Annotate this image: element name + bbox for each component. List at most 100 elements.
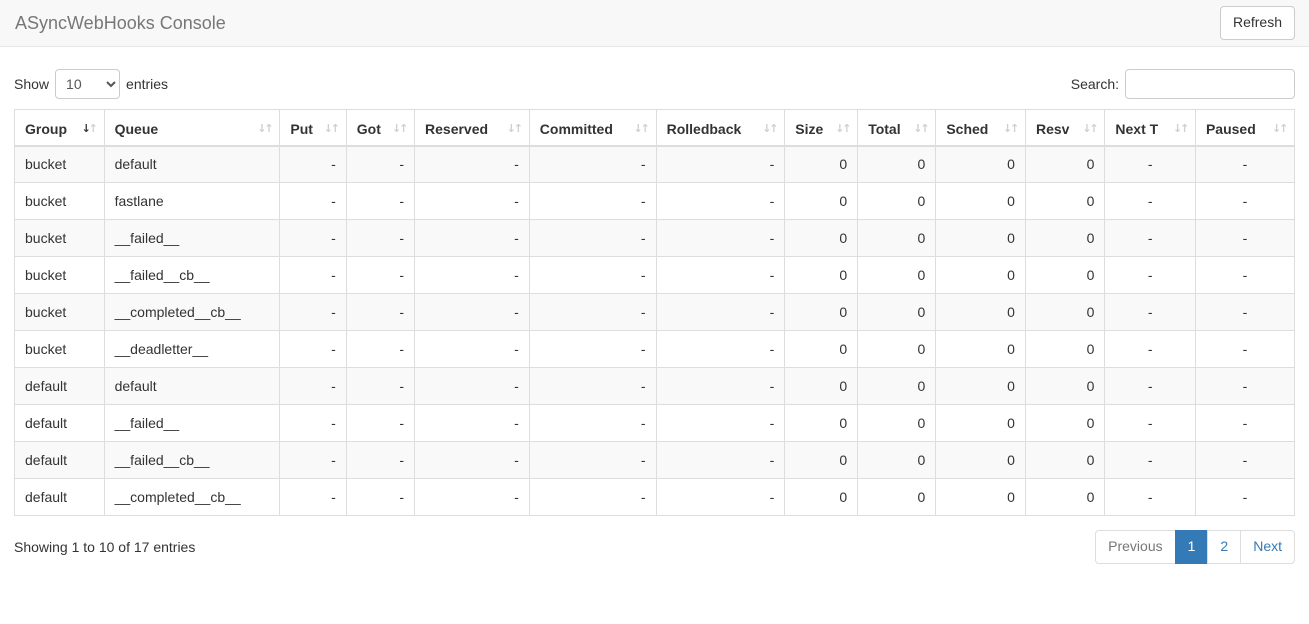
cell-queue: __failed__cb__	[104, 441, 281, 479]
cell-total: 0	[857, 293, 937, 331]
sort-both-icon[interactable]: ↓ ↑	[507, 121, 523, 136]
cell-next-t: -	[1104, 404, 1196, 442]
app-title: ASyncWebHooks Console	[15, 13, 226, 33]
cell-rolledback: -	[656, 293, 786, 331]
sort-both-icon[interactable]: ↓ ↑	[392, 122, 408, 136]
entries-per-page-select[interactable]: 102550100	[55, 69, 121, 99]
cell-resv: 0	[1025, 182, 1106, 220]
column-header-committed[interactable]: Committed ↓ ↑	[529, 109, 657, 147]
cell-reserved: -	[414, 367, 530, 405]
cell-rolledback: -	[656, 256, 786, 294]
cell-reserved: -	[414, 441, 530, 479]
table-row: bucket default - - - - -0 0 0 0- -	[14, 145, 1295, 183]
column-header-size[interactable]: Size ↓ ↑	[784, 109, 859, 147]
cell-put: -	[279, 182, 347, 220]
cell-size: 0	[784, 219, 859, 257]
cell-next-t: -	[1104, 145, 1196, 183]
sort-ascending-icon[interactable]: ↓ ↑	[82, 121, 98, 136]
cell-resv: 0	[1025, 330, 1106, 368]
sort-both-icon[interactable]: ↓ ↑	[324, 121, 340, 136]
entries-info: Showing 1 to 10 of 17 entries	[14, 538, 196, 555]
cell-group: bucket	[14, 182, 105, 220]
cell-size: 0	[784, 182, 859, 220]
cell-size: 0	[784, 478, 859, 516]
arrow-up-icon: ↑	[640, 121, 650, 135]
table-row: default __completed__cb__ - - - - -0 0 0 0- -	[14, 478, 1295, 516]
sort-both-icon[interactable]: ↓ ↑	[1082, 122, 1098, 136]
cell-paused: -	[1195, 330, 1295, 368]
column-header-put[interactable]: Put ↓ ↑	[279, 109, 347, 147]
cell-paused: -	[1195, 145, 1295, 183]
column-header-group[interactable]: Group ↓ ↑	[14, 109, 105, 147]
sort-both-icon[interactable]: ↓ ↑	[1173, 122, 1189, 136]
cell-committed: -	[529, 182, 657, 220]
cell-reserved: -	[414, 293, 530, 331]
page-content: Show 102550100 entries Search: Group↓↑Qu…	[0, 47, 1309, 564]
table-row: default default - - - - -0 0 0 0- -	[14, 367, 1295, 405]
sort-both-icon[interactable]: ↓ ↑	[257, 122, 273, 136]
cell-total: 0	[857, 145, 937, 183]
cell-total: 0	[857, 478, 937, 516]
pagination-2[interactable]: 2	[1207, 530, 1241, 564]
cell-committed: -	[529, 478, 657, 516]
sort-both-icon[interactable]: ↓ ↑	[835, 121, 852, 136]
sort-both-icon[interactable]: ↓ ↑	[1272, 122, 1288, 136]
column-header-queue[interactable]: Queue ↓ ↑	[104, 109, 281, 147]
cell-total: 0	[857, 256, 937, 294]
cell-committed: -	[529, 404, 657, 442]
table-row: bucket __completed__cb__ - - - - -0 0 0 0- -	[14, 293, 1295, 331]
pagination-next[interactable]: Next	[1240, 530, 1295, 564]
cell-sched: 0	[935, 293, 1026, 331]
cell-put: -	[279, 330, 347, 368]
column-header-label: Got	[356, 120, 381, 137]
arrow-up-icon: ↑	[513, 121, 523, 135]
column-header-resv[interactable]: Resv ↓ ↑	[1025, 109, 1106, 147]
cell-got: -	[346, 256, 416, 294]
arrow-up-icon: ↑	[842, 121, 852, 135]
cell-reserved: -	[414, 145, 530, 183]
cell-resv: 0	[1025, 293, 1106, 331]
sort-both-icon[interactable]: ↓ ↑	[1003, 122, 1019, 136]
column-header-sched[interactable]: Sched ↓ ↑	[935, 109, 1026, 147]
cell-size: 0	[784, 441, 859, 479]
pagination-1[interactable]: 1	[1174, 530, 1208, 564]
cell-sched: 0	[935, 404, 1026, 442]
cell-put: -	[279, 145, 347, 183]
cell-committed: -	[529, 367, 657, 405]
cell-queue: default	[104, 145, 281, 183]
cell-rolledback: -	[656, 367, 786, 405]
cell-put: -	[279, 404, 347, 442]
search-label: Search:	[1070, 76, 1119, 92]
column-header-rolledback[interactable]: Rolledback ↓ ↑	[656, 109, 786, 147]
column-header-total[interactable]: Total ↓ ↑	[857, 109, 937, 147]
cell-reserved: -	[414, 404, 530, 442]
refresh-button[interactable]: Refresh	[1219, 6, 1295, 40]
sort-both-icon[interactable]: ↓ ↑	[762, 122, 778, 136]
cell-total: 0	[857, 330, 937, 368]
column-header-reserved[interactable]: Reserved ↓ ↑	[414, 109, 530, 147]
column-header-next-t[interactable]: Next T ↓ ↑	[1104, 109, 1196, 147]
cell-resv: 0	[1025, 367, 1106, 405]
cell-committed: -	[529, 441, 657, 479]
column-header-label: Rolledback	[666, 120, 742, 137]
cell-put: -	[279, 256, 347, 294]
cell-next-t: -	[1104, 256, 1196, 294]
search-input[interactable]	[1125, 69, 1295, 99]
column-header-label: Resv	[1035, 120, 1070, 137]
cell-total: 0	[857, 404, 937, 442]
column-header-got[interactable]: Got ↓ ↑	[346, 109, 416, 147]
cell-total: 0	[857, 441, 937, 479]
column-header-paused[interactable]: Paused ↓ ↑	[1195, 109, 1295, 147]
sort-both-icon[interactable]: ↓ ↑	[913, 122, 929, 136]
cell-next-t: -	[1104, 182, 1196, 220]
arrow-up-icon: ↑	[330, 121, 340, 135]
sort-both-icon[interactable]: ↓ ↑	[634, 121, 650, 136]
table-header-row: Group ↓ ↑ Queue ↓ ↑ Put ↓ ↑ Got ↓ ↑ Reserved ↓ ↑ Commit…	[14, 109, 1295, 147]
cell-next-t: -	[1104, 441, 1196, 479]
cell-next-t: -	[1104, 330, 1196, 368]
cell-queue: __failed__	[104, 404, 281, 442]
cell-resv: 0	[1025, 404, 1106, 442]
cell-total: 0	[857, 219, 937, 257]
arrow-up-icon: ↑	[88, 121, 98, 135]
cell-sched: 0	[935, 441, 1026, 479]
